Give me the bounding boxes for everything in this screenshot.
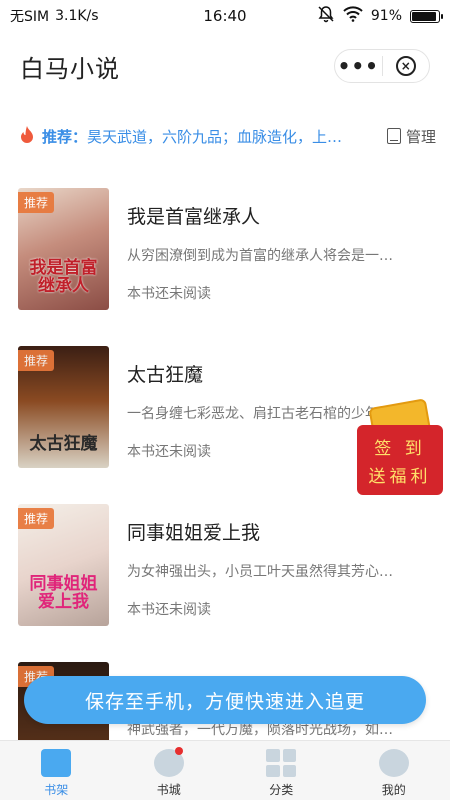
status-bar: 无SIM 3.1K/s 16:40 91% [0,0,450,32]
book-item[interactable]: 推荐 同事姐姐爱上我 同事姐姐爱上我 为女神强出头，小员工叶天虽然得其芳心… 本… [0,504,450,629]
tab-category[interactable]: 分类 [225,741,338,800]
more-button[interactable]: ••• [335,50,382,82]
book-cover[interactable]: 推荐 我是首富继承人 [18,188,109,310]
book-description: 为女神强出头，小员工叶天虽然得其芳心… [127,564,393,580]
tab-bookstore[interactable]: 书城 [113,741,226,800]
manage-button[interactable]: 管理 [386,126,436,147]
book-cover[interactable]: 推荐 太古狂魔 [18,346,109,468]
recommend-label: 推荐： [42,127,88,146]
battery-icon [410,9,443,23]
page-title: 白马小说 [20,54,120,83]
read-status: 本书还未阅读 [127,602,211,618]
save-to-phone-banner[interactable]: 保存至手机，方便快速进入追更 [24,676,426,724]
more-dots-icon: ••• [337,54,379,78]
cover-title: 太古狂魔 [29,434,98,455]
gift-line1: 签 到 [374,438,426,459]
bookshelf-icon [41,749,72,777]
notification-badge [174,747,183,755]
read-status: 本书还未阅读 [127,444,211,460]
book-title[interactable]: 太古狂魔 [127,360,203,387]
close-circle-icon: × [395,56,416,76]
tab-label: 书架 [44,783,69,797]
book-item[interactable]: 推荐 我是首富继承人 我是首富继承人 从穷困潦倒到成为首富的继承人将会是一… 本… [0,188,450,313]
miniapp-capsule: ••• × [334,49,430,83]
tab-label: 分类 [269,783,294,797]
network-speed: 3.1K/s [55,8,99,24]
battery-percent: 91% [370,8,402,24]
book-icon [386,128,401,144]
carrier-text: 无SIM [10,9,50,25]
tab-bar: 书架 书城 分类 我的 [0,740,450,800]
close-button[interactable]: × [383,50,430,82]
status-left: 无SIM 3.1K/s [10,6,99,26]
checkin-gift-button[interactable]: 签 到 送福利 [357,398,445,495]
profile-icon [378,749,409,777]
recommend-bar[interactable]: 推荐： 昊天武道，六阶九品；血脉造化，上… 管理 [20,120,436,152]
battery-fill [412,11,436,21]
tab-bookshelf[interactable]: 书架 [0,741,113,800]
category-icon [266,749,297,777]
fire-icon [20,125,36,147]
recommend-text[interactable]: 昊天武道，六阶九品；血脉造化，上… [87,126,381,147]
recommend-tag: 推荐 [18,350,55,371]
gift-card: 签 到 送福利 [357,425,443,495]
manage-label: 管理 [405,127,436,146]
cover-title: 我是首富继承人 [29,257,98,297]
tab-label: 我的 [381,783,406,797]
app-header: 白马小说 ••• × [0,38,450,94]
status-right: 91% [317,5,443,27]
book-title[interactable]: 我是首富继承人 [127,202,260,229]
book-cover[interactable]: 推荐 同事姐姐爱上我 [18,504,109,626]
recommend-tag: 推荐 [18,508,55,529]
tab-profile[interactable]: 我的 [338,741,450,800]
read-status: 本书还未阅读 [127,286,211,302]
recommend-tag: 推荐 [18,192,55,213]
book-description: 从穷困潦倒到成为首富的继承人将会是一… [127,248,393,264]
gift-line2: 送福利 [368,466,432,487]
book-title[interactable]: 同事姐姐爱上我 [127,518,260,545]
wifi-icon [343,6,363,26]
cover-title: 同事姐姐爱上我 [29,573,98,613]
tab-label: 书城 [156,783,181,797]
mute-bell-icon [317,5,335,27]
